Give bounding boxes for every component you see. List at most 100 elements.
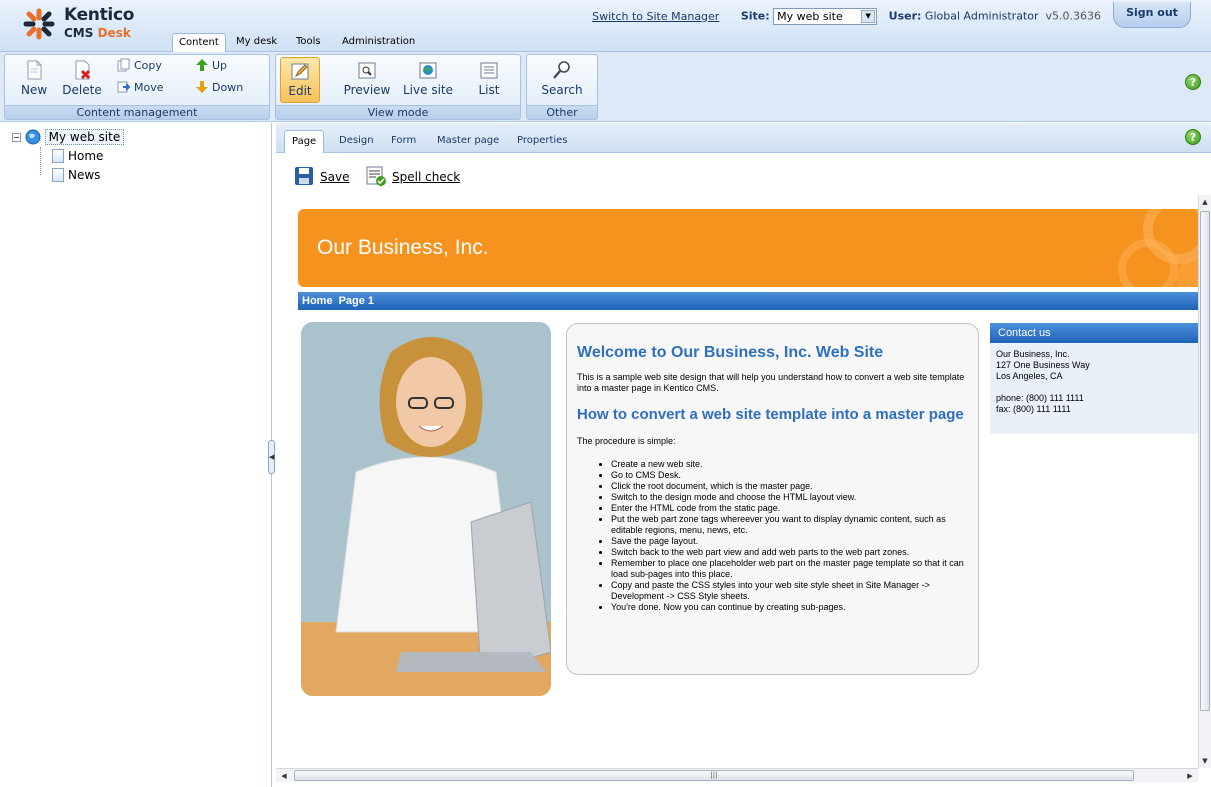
sign-out-button[interactable]: Sign out [1113, 2, 1191, 28]
help-icon[interactable]: ? [1185, 74, 1201, 90]
list-item: Switch back to the web part view and add… [611, 547, 968, 558]
panel-collapse-handle[interactable]: ◀ [268, 440, 275, 474]
tree-connector [40, 147, 41, 175]
new-document-icon [27, 60, 42, 80]
live-site-label: Live site [403, 83, 453, 97]
edit-icon [291, 63, 309, 80]
business-woman-photo [301, 322, 551, 696]
list-item: You're done. Now you can continue by cre… [611, 602, 968, 613]
site-label: Site: [740, 9, 770, 23]
tree-item-home[interactable]: Home [52, 149, 103, 163]
scroll-down-arrow-icon[interactable]: ▼ [1200, 756, 1210, 766]
tab-tools[interactable]: Tools [290, 33, 327, 52]
tab-properties[interactable]: Properties [510, 130, 575, 153]
preview-icon [358, 62, 376, 79]
scroll-left-arrow-icon[interactable]: ◀ [278, 770, 290, 782]
howto-heading: How to convert a web site template into … [577, 406, 964, 423]
preview-button[interactable]: Preview [342, 57, 392, 103]
tab-master-page[interactable]: Master page [430, 130, 506, 153]
list-label: List [478, 83, 500, 97]
site-nav-page1[interactable]: Page 1 [339, 295, 374, 307]
site-nav-home[interactable]: Home [302, 295, 333, 307]
tab-content[interactable]: Content [172, 33, 226, 52]
kentico-logo[interactable]: Kentico CMS Desk [0, 0, 160, 52]
contact-city: Los Angeles, CA [996, 371, 1063, 381]
horizontal-scroll-thumb[interactable]: ||| [294, 770, 1134, 781]
procedure-paragraph: The procedure is simple: [577, 436, 676, 446]
copy-label: Copy [134, 59, 162, 72]
edit-button[interactable]: Edit [280, 57, 320, 103]
content-management-caption: Content management [5, 105, 269, 119]
document-icon [52, 149, 64, 163]
document-icon [52, 168, 64, 182]
tab-my-desk[interactable]: My desk [230, 33, 283, 52]
up-button[interactable]: Up [195, 58, 227, 74]
list-item: Copy and paste the CSS styles into your … [611, 580, 968, 602]
globe-icon [419, 62, 437, 79]
site-nav: Home Page 1 [298, 292, 1198, 310]
collapse-toggle-icon[interactable]: − [12, 133, 21, 142]
view-mode-group: Edit Preview Live site List View mode [275, 54, 521, 120]
list-item: Enter the HTML code from the static page… [611, 503, 968, 514]
contact-fax: fax: (800) 111 1111 [996, 404, 1071, 414]
tree-root-label[interactable]: My web site [44, 129, 125, 145]
content-management-group: New Delete Copy Move Up Down Content man… [4, 54, 270, 120]
tab-administration[interactable]: Administration [336, 33, 421, 52]
list-icon [480, 62, 498, 79]
spell-check-button[interactable]: Spell check [366, 166, 460, 186]
vertical-scrollbar[interactable]: ▲ ▼ [1198, 195, 1211, 768]
logo-subtitle: CMS Desk [64, 26, 131, 40]
arrow-up-icon [196, 59, 208, 71]
intro-paragraph: This is a sample web site design that wi… [577, 372, 965, 393]
view-mode-caption: View mode [276, 105, 520, 119]
action-bar: Save Spell check [276, 154, 1211, 194]
tab-design[interactable]: Design [332, 130, 381, 153]
switch-to-site-manager-link[interactable]: Switch to Site Manager [592, 10, 719, 23]
spell-check-label: Spell check [392, 170, 461, 184]
contact-box: Contact us Our Business, Inc. 127 One Bu… [990, 323, 1198, 434]
tab-form[interactable]: Form [384, 130, 423, 153]
delete-button[interactable]: Delete [61, 57, 103, 103]
version-label: v5.0.3636 [1045, 9, 1102, 23]
logo-name: Kentico [64, 5, 135, 25]
logo-desk: Desk [97, 26, 131, 40]
edit-label: Edit [288, 84, 312, 98]
copy-icon [117, 58, 130, 72]
save-button[interactable]: Save [294, 166, 349, 186]
list-button[interactable]: List [470, 57, 508, 103]
list-item: Put the web part zone tags whereever you… [611, 514, 968, 536]
new-label: New [21, 83, 48, 97]
user-name: Global Administrator [924, 9, 1039, 23]
scroll-right-arrow-icon[interactable]: ▶ [1184, 770, 1196, 782]
search-button[interactable]: Search [537, 57, 587, 103]
list-item: Go to CMS Desk. [611, 470, 968, 481]
chevron-down-icon[interactable]: ▼ [861, 10, 876, 23]
contact-street: 127 One Business Way [996, 360, 1090, 370]
search-label: Search [541, 83, 583, 97]
new-button[interactable]: New [21, 57, 47, 103]
contact-heading: Contact us [990, 323, 1198, 343]
site-banner: Our Business, Inc. [298, 209, 1198, 287]
list-item: Remember to place one placeholder web pa… [611, 558, 968, 580]
down-button[interactable]: Down [195, 80, 243, 96]
tree-item-news[interactable]: News [52, 168, 100, 182]
tab-page[interactable]: Page [284, 130, 325, 153]
welcome-heading: Welcome to Our Business, Inc. Web Site [577, 344, 884, 361]
site-select-value: My web site [777, 10, 843, 23]
vertical-scroll-thumb[interactable] [1200, 211, 1210, 711]
scroll-up-arrow-icon[interactable]: ▲ [1200, 197, 1210, 207]
list-item: Save the page layout. [611, 536, 968, 547]
tree-root[interactable]: − My web site [12, 129, 125, 145]
list-item: Create a new web site. [611, 459, 968, 470]
move-label: Move [134, 81, 164, 94]
move-button[interactable]: Move [117, 80, 164, 96]
site-select[interactable]: My web site ▼ [773, 8, 878, 25]
horizontal-scrollbar[interactable]: ◀ ||| ▶ [276, 768, 1198, 782]
steps-list: Create a new web site. Go to CMS Desk. C… [603, 459, 968, 613]
list-item: Click the root document, which is the ma… [611, 481, 968, 492]
help-icon[interactable]: ? [1185, 129, 1201, 145]
move-icon [117, 81, 131, 93]
live-site-button[interactable]: Live site [402, 57, 454, 103]
contact-phone: phone: (800) 111 1111 [996, 393, 1084, 403]
copy-button[interactable]: Copy [117, 58, 162, 74]
